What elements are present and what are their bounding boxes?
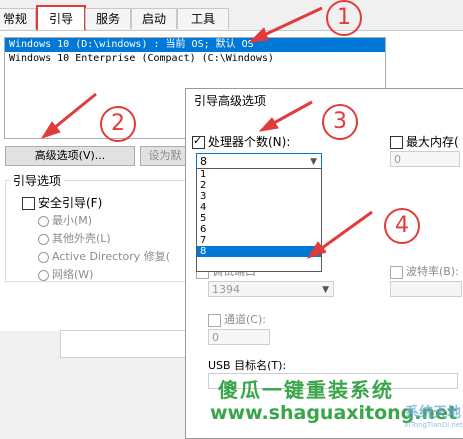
arrow-1	[261, 6, 323, 38]
watermark-title: 傻瓜一键重装系统	[218, 378, 394, 402]
arrow-4-head	[306, 241, 327, 259]
step-marker: 1	[326, 0, 362, 36]
arrow-3	[271, 100, 313, 126]
arrow-4	[321, 210, 373, 250]
step-marker: 3	[322, 104, 358, 140]
watermark-logo-url: XiTongTianDi.net	[404, 421, 463, 429]
step-marker: 4	[384, 208, 420, 244]
watermark-logo: 系统天地	[405, 405, 461, 421]
arrow-1-head	[248, 27, 269, 43]
arrow-3-head	[258, 117, 279, 132]
arrow-2	[53, 92, 97, 130]
step-marker: 2	[100, 106, 136, 142]
